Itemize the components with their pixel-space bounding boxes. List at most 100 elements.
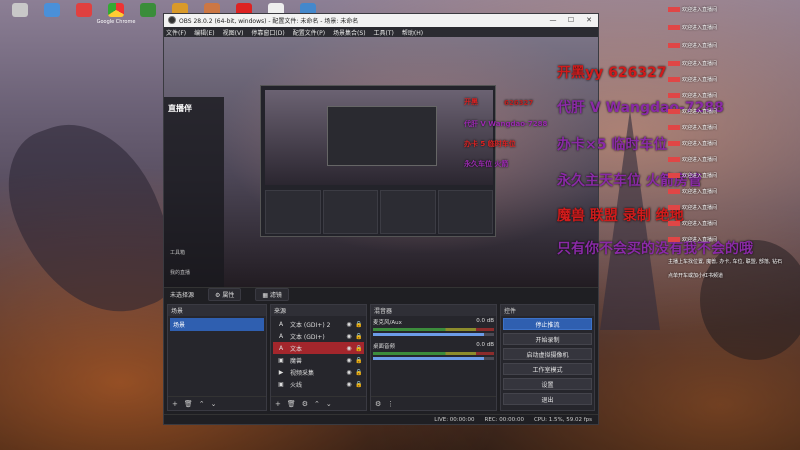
menu-file[interactable]: 文件(F) [166,28,186,37]
lock-icon[interactable]: 🔒 [354,321,364,328]
chat-line: 主播上车找位置, 魔兽, 办卡, 车位, 联盟, 部落, 钻石 [668,259,783,265]
chrome-icon[interactable]: Google Chrome [97,3,135,33]
channel-name: 桌面音频 [373,344,396,351]
chat-line: 欢迎进入直播间 [668,60,717,67]
properties-button[interactable]: ⚙ 属性 [208,287,242,301]
mixer-channels: 麦克风/Aux 0.0 dB 桌面音频 0.0 dB [371,316,496,396]
source-item[interactable]: ▣ 魔兽 ◉ 🔒 [273,354,364,366]
menu-view[interactable]: 视图(V) [223,28,244,37]
source-name: 魔兽 [290,357,303,365]
menu-dots-icon[interactable]: ⋮ [387,400,394,408]
lock-icon[interactable]: 🔒 [354,369,364,376]
nested-panel [265,190,321,235]
menu-docks[interactable]: 停靠窗口(D) [251,28,284,37]
gear-icon[interactable]: ⚙ [375,400,381,408]
obs-logo-icon [168,16,176,25]
sources-list: A 文本 (GDI+) 2 ◉ 🔒 A 文本 (GDI+) ◉ 🔒 A 文本 ◉ 🔒 ▣ 魔兽 ◉ 🔒 … [271,316,366,396]
overlay-big-3: 办卡×5 临时车位 [557,137,668,153]
menu-tools[interactable]: 工具(T) [374,28,394,37]
chevron-down-icon[interactable]: ⌄ [326,400,332,408]
menu-profile[interactable]: 配置文件(P) [293,28,325,37]
eye-icon[interactable]: ◉ [344,357,354,364]
overlay-small-4: 办卡 5 临时车位 [464,140,516,149]
chat-line: 欢迎进入直播间 [668,204,717,211]
nested-panel [322,190,378,235]
channel-name: 麦克风/Aux [373,320,402,327]
stop-streaming-button[interactable]: 停止推流 [503,318,592,331]
studio-mode-button[interactable]: 工作室模式 [503,363,592,376]
side-item-toolbox[interactable]: 工具箱 [170,249,185,256]
chevron-up-icon[interactable]: ⌃ [314,400,320,408]
gear-icon[interactable]: ⚙ [302,400,308,408]
overlay-big-1: 开黑yy 626327 [557,65,667,81]
status-bar: LIVE: 00:00:00 REC: 00:00:00 CPU: 1.5%, … [164,414,598,425]
lock-icon[interactable]: 🔒 [354,333,364,340]
trash-icon[interactable]: 🗑 [184,400,193,408]
docks-area: 场景 场景 + 🗑 ⌃ ⌄ 来源 A 文本 (GDI+) 2 ◉ 🔒 A 文本 (GDI… [164,301,598,414]
eye-icon[interactable]: ◉ [344,369,354,376]
filters-label: 滤镜 [269,291,282,299]
side-item-live[interactable]: 我的直播 [170,269,190,276]
exit-button[interactable]: 退出 [503,393,592,406]
scene-item[interactable]: 场景 [170,318,264,332]
sources-header: 来源 [271,305,366,317]
chevron-down-icon[interactable]: ⌄ [211,400,217,408]
add-icon[interactable]: + [275,400,281,408]
eye-icon[interactable]: ◉ [344,321,354,328]
lock-icon[interactable]: 🔒 [354,345,364,352]
volume-slider[interactable] [373,357,494,361]
channel-db: 0.0 dB [476,342,494,349]
desktop-icon[interactable] [6,3,34,33]
live-time: LIVE: 00:00:00 [434,416,475,423]
filters-button[interactable]: ▦ 滤镜 [255,287,289,301]
eye-icon[interactable]: ◉ [344,333,354,340]
menu-edit[interactable]: 编辑(E) [194,28,214,37]
desktop-icon[interactable] [38,3,66,33]
window-source-icon: ▣ [278,356,284,364]
chat-line: 欢迎进入直播间 [668,188,717,195]
source-item[interactable]: A 文本 (GDI+) ◉ 🔒 [273,330,364,342]
mixer-channel: 桌面音频 0.0 dB [373,342,494,361]
properties-label: 属性 [222,291,235,299]
lock-icon[interactable]: 🔒 [354,381,364,388]
source-item[interactable]: ▶ 视频采集 ◉ 🔒 [273,366,364,378]
volume-meter [373,328,494,332]
desktop-icon[interactable] [70,3,98,33]
chat-line: 欢迎进入直播间 [668,108,717,115]
start-virtual-camera-button[interactable]: 启动虚拟摄像机 [503,348,592,361]
volume-slider[interactable] [373,333,494,337]
source-item[interactable]: A 文本 (GDI+) 2 ◉ 🔒 [273,318,364,330]
wallpaper-dragon-shape [0,102,190,338]
text-source-icon: A [278,320,284,328]
streamer-logo: 直播伴 [168,104,192,114]
menu-help[interactable]: 帮助(H) [402,28,423,37]
add-icon[interactable]: + [172,400,178,408]
desktop-icon[interactable] [134,3,162,33]
chevron-up-icon[interactable]: ⌃ [199,400,205,408]
sources-footer: + 🗑 ⚙ ⌃ ⌄ [271,396,366,410]
overlay-small-5: 永久车位 火箭 [464,160,509,169]
chat-line: 欢迎进入直播间 [668,172,717,179]
overlay-small-1: 开黑 [464,98,478,107]
preview-canvas[interactable]: 直播伴 工具箱 我的直播 开黑 626327 代肝 V Wangdao-7288… [164,37,598,288]
maximize-icon[interactable]: ☐ [562,16,580,24]
eye-icon[interactable]: ◉ [344,381,354,388]
mixer-channel: 麦克风/Aux 0.0 dB [373,318,494,337]
start-recording-button[interactable]: 开始录制 [503,333,592,346]
eye-icon[interactable]: ◉ [344,345,354,352]
nested-panel [380,190,436,235]
chat-line: 欢迎进入直播间 [668,42,717,49]
source-item-selected[interactable]: A 文本 ◉ 🔒 [273,342,364,355]
menu-scene-collection[interactable]: 场景集合(S) [333,28,366,37]
live-chat-panel: 欢迎进入直播间 欢迎进入直播间 欢迎进入直播间 欢迎进入直播间 欢迎进入直播间 … [664,0,800,292]
lock-icon[interactable]: 🔒 [354,357,364,364]
settings-button[interactable]: 设置 [503,378,592,391]
trash-icon[interactable]: 🗑 [287,400,296,408]
obs-titlebar: OBS 28.0.2 (64-bit, windows) - 配置文件: 未命名… [164,14,598,27]
no-source-label: 未选择源 [170,291,195,299]
minimize-icon[interactable]: — [544,16,562,24]
window-title: OBS 28.0.2 (64-bit, windows) - 配置文件: 未命名… [179,17,359,25]
close-icon[interactable]: ✕ [580,16,598,24]
nested-obs-preview [260,85,496,238]
source-item[interactable]: ▣ 火线 ◉ 🔒 [273,378,364,390]
